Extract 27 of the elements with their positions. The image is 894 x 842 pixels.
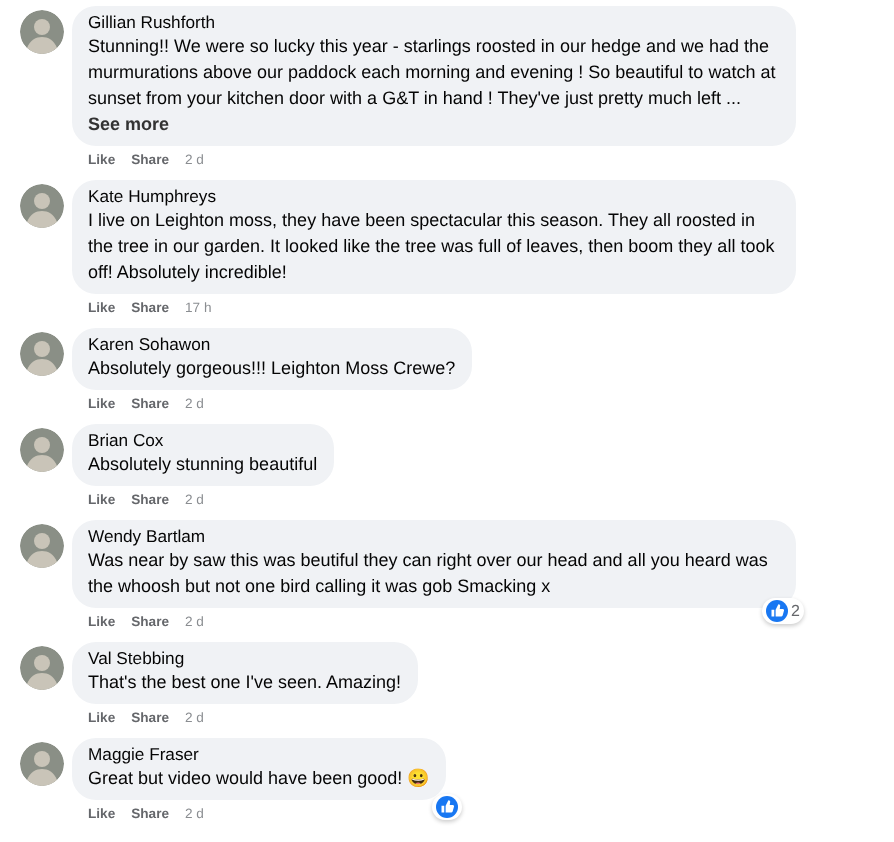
like-icon <box>435 796 458 818</box>
reaction-count: 2 <box>791 602 800 620</box>
comment-text: Absolutely gorgeous!!! Leighton Moss Crewe? <box>88 356 456 382</box>
reaction-badge[interactable]: 2 <box>761 598 804 624</box>
see-more-link[interactable]: See more <box>88 114 170 134</box>
author-name[interactable]: Kate Humphreys <box>88 186 780 208</box>
author-name[interactable]: Brian Cox <box>88 430 318 452</box>
comment-text: Stunning!! We were so lucky this year - starlings roosted in our hedge and we had the murmurations above our paddock each morning and evening ! So beautiful to watch at sunset from your kitchen door with a G&T in hand ! They've just pretty much left ... See more <box>88 34 778 138</box>
author-name[interactable]: Wendy Bartlam <box>88 526 780 548</box>
avatar[interactable] <box>20 332 64 376</box>
reaction-badge[interactable] <box>431 794 462 820</box>
comment-text: That's the best one I've seen. Amazing! <box>88 670 402 696</box>
avatar[interactable] <box>20 742 64 786</box>
author-name[interactable]: Karen Sohawon <box>88 334 456 356</box>
avatar[interactable] <box>20 428 64 472</box>
comment-text: Absolutely stunning beautiful <box>88 452 318 478</box>
avatar[interactable] <box>20 184 64 228</box>
author-name[interactable]: Val Stebbing <box>88 648 402 670</box>
comment-text: I live on Leighton moss, they have been spectacular this season. They all roosted in the tree in our garden. It looked like the tree was full of leaves, then boom they all took off! Absolutely incredible! <box>88 208 777 286</box>
avatar[interactable] <box>20 10 64 54</box>
comment-text: Was near by saw this was beutiful they can right over our head and all you heard was the whoosh but not one bird calling it was gob Smacking x <box>88 548 770 600</box>
like-icon <box>765 600 788 622</box>
author-name[interactable]: Gillian Rushforth <box>88 12 780 34</box>
comment-text: Great but video would have been good! 😀 <box>88 766 430 792</box>
author-name[interactable]: Maggie Fraser <box>88 744 430 766</box>
avatar[interactable] <box>20 524 64 568</box>
avatar[interactable] <box>20 646 64 690</box>
